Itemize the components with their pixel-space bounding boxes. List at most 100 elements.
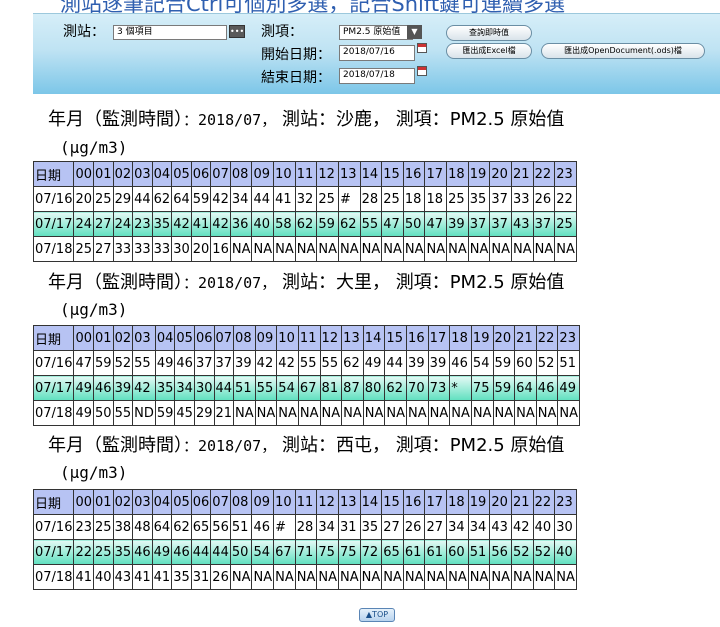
table-cell: 33 xyxy=(510,186,534,212)
station-select[interactable]: 3 個項目 xyxy=(113,25,227,40)
table-cell: 42 xyxy=(132,375,156,401)
table-cell: 62 xyxy=(171,514,192,540)
title-prefix: 年月（監測時間） xyxy=(48,272,183,293)
table-cell: NA xyxy=(449,400,472,426)
table-cell: 06 xyxy=(193,325,215,351)
table-row: 07/16 23 25 38 48 64 62 65 56 51 46 #28 34 31 35 27 26 27… xyxy=(32,514,577,540)
row-date-cell: 日期 xyxy=(32,325,75,351)
table-cell: 09 xyxy=(251,489,275,515)
table-cell: NA xyxy=(337,564,361,590)
back-to-top-link[interactable]: ▲TOP xyxy=(359,608,395,622)
table-cell: NA xyxy=(554,564,577,590)
station-picker-button[interactable]: ••• xyxy=(229,25,245,38)
table-cell: 62 xyxy=(337,211,361,237)
table-cell: 42 xyxy=(210,186,231,212)
table-cell: 64 xyxy=(514,375,537,401)
table-cell: 33 xyxy=(112,236,134,262)
table-cell: 55 xyxy=(112,400,134,426)
item-prefix: 測項： xyxy=(395,109,450,130)
section-title: 年月（監測時間）：2018/07， 測站：大里， 測項：PM2.5 原始值 xyxy=(48,268,564,294)
table-cell: 03 xyxy=(132,489,153,515)
table-cell: 15 xyxy=(381,489,404,515)
query-button[interactable]: 查詢即時值 xyxy=(446,25,532,41)
table-cell: NA xyxy=(384,400,408,426)
table-cell: 59 xyxy=(316,211,339,237)
table-cell: 06 xyxy=(190,161,212,187)
table-cell: NA xyxy=(489,564,512,590)
table-cell: 60 xyxy=(446,539,469,565)
table-cell: NA xyxy=(402,564,426,590)
table-cell: 41 xyxy=(132,564,153,590)
table-cell: NA xyxy=(489,236,512,262)
table-cell: 35 xyxy=(154,375,176,401)
table-cell: 35 xyxy=(151,211,173,237)
table-cell: 16 xyxy=(402,489,426,515)
table-cell: 51 xyxy=(233,375,256,401)
table-cell: NA xyxy=(402,236,426,262)
table-cell: NA xyxy=(557,400,581,426)
table-cell: NA xyxy=(467,236,491,262)
table-cell: 59 xyxy=(190,186,212,212)
table-cell: 41 xyxy=(73,564,95,590)
table-cell: 06 xyxy=(190,489,212,515)
start-date-input[interactable]: 2018/07/16 xyxy=(339,45,415,61)
table-cell: 27 xyxy=(93,236,114,262)
table-cell: 17 xyxy=(424,489,448,515)
end-date-input[interactable]: 2018/07/18 xyxy=(339,68,415,84)
title-month: ：2018/07， xyxy=(183,437,277,455)
table-cell: NA xyxy=(276,400,299,426)
table-cell: 25 xyxy=(73,236,95,262)
table-cell: 12 xyxy=(316,161,339,187)
table-cell: 04 xyxy=(151,489,173,515)
row-date-cell: 日期 xyxy=(32,489,75,515)
table-cell: 25 xyxy=(93,539,114,565)
table-cell: 34 xyxy=(467,514,491,540)
table-cell: 14 xyxy=(362,325,386,351)
table-cell: 72 xyxy=(359,539,383,565)
table-header-row: 日期 00 01 02 03 04 05 06 07 08 09 10 11 12 13 14 15 16 17 18… xyxy=(32,325,581,351)
item-select[interactable]: PM2.5 原始值 xyxy=(339,25,413,40)
table-cell: 61 xyxy=(402,539,426,565)
table-cell: * xyxy=(449,375,472,401)
table-cell: 75 xyxy=(316,539,339,565)
table-cell: NA xyxy=(319,400,343,426)
table-cell: 65 xyxy=(381,539,404,565)
table-cell: 34 xyxy=(229,186,253,212)
table-cell: 20 xyxy=(73,186,95,212)
table-cell: 04 xyxy=(154,325,176,351)
table-cell: 00 xyxy=(73,161,95,187)
table-cell: 47 xyxy=(381,211,404,237)
table-cell: 46 xyxy=(132,539,153,565)
table-cell: 43 xyxy=(510,211,534,237)
row-date-cell: 07/16 xyxy=(32,350,75,376)
export-excel-button[interactable]: 匯出成Excel檔 xyxy=(446,43,532,59)
table-cell: 47 xyxy=(73,350,95,376)
table-cell: 42 xyxy=(171,211,192,237)
table-cell: 44 xyxy=(210,539,231,565)
table-cell: 18 xyxy=(449,325,472,351)
table-cell: 40 xyxy=(532,514,556,540)
table-cell: 26 xyxy=(532,186,556,212)
chevron-down-icon[interactable]: ▼ xyxy=(407,25,422,39)
item-label: 測項： xyxy=(261,24,303,40)
table-cell: 26 xyxy=(402,514,426,540)
table-cell: 05 xyxy=(171,161,192,187)
calendar-icon[interactable] xyxy=(417,66,427,76)
table-cell: 15 xyxy=(384,325,408,351)
table-cell: 40 xyxy=(554,539,577,565)
table-cell: 19 xyxy=(467,161,491,187)
table-cell: 50 xyxy=(229,539,253,565)
table-cell: NA xyxy=(470,400,494,426)
table-cell: 37 xyxy=(532,211,556,237)
calendar-icon[interactable] xyxy=(417,43,427,53)
table-cell: 05 xyxy=(174,325,195,351)
table-row: 07/16 20 25 29 44 62 64 59 42 34 44 41 32 25 #28 25 18 18… xyxy=(32,186,577,212)
export-ods-button[interactable]: 匯出成OpenDocument(.ods)檔 xyxy=(541,43,705,59)
table-cell: 23 xyxy=(554,489,577,515)
table-cell: 62 xyxy=(294,211,318,237)
table-cell: 02 xyxy=(112,161,134,187)
table-cell: 55 xyxy=(254,375,278,401)
table-cell: 27 xyxy=(381,514,404,540)
table-cell: 56 xyxy=(210,514,231,540)
table-cell: NA xyxy=(273,236,296,262)
